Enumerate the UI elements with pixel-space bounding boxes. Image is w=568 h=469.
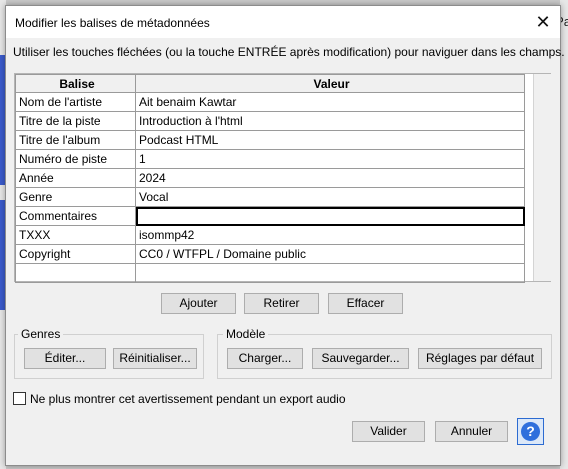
help-icon: ? — [521, 422, 540, 441]
tag-cell[interactable]: Copyright — [15, 244, 136, 264]
help-button[interactable]: ? — [517, 418, 544, 445]
remove-button[interactable]: Retirer — [244, 293, 319, 314]
value-cell[interactable]: CC0 / WTFPL / Domaine public — [135, 244, 525, 264]
table-row[interactable]: Numéro de piste 1 — [15, 149, 525, 169]
genres-group-label: Genres — [18, 327, 64, 341]
table-row[interactable]: Genre Vocal — [15, 187, 525, 207]
background-app-right — [560, 0, 568, 469]
save-template-button[interactable]: Sauvegarder... — [312, 348, 409, 369]
tag-cell[interactable]: Genre — [15, 187, 136, 207]
tags-grid[interactable]: Balise Valeur Nom de l'artiste Ait benai… — [14, 73, 551, 283]
value-cell[interactable]: Vocal — [135, 187, 525, 207]
dialog-titlebar: Modifier les balises de métadonnées ✕ — [6, 6, 560, 38]
grid-header-row: Balise Valeur — [15, 74, 525, 93]
table-row[interactable]: Commentaires — [15, 206, 525, 226]
default-settings-button[interactable]: Réglages par défaut — [418, 348, 542, 369]
value-cell[interactable]: Ait benaim Kawtar — [135, 92, 525, 112]
column-header-tag[interactable]: Balise — [15, 74, 136, 93]
grid-scroll-area — [533, 74, 551, 281]
table-row[interactable]: Titre de l'album Podcast HTML — [15, 130, 525, 150]
cancel-button[interactable]: Annuler — [435, 421, 508, 442]
load-template-button[interactable]: Charger... — [227, 348, 303, 369]
value-cell[interactable]: Introduction à l'html — [135, 111, 525, 131]
template-group-label: Modèle — [223, 327, 269, 341]
tags-table: Balise Valeur Nom de l'artiste Ait benai… — [15, 74, 525, 283]
edit-genres-button[interactable]: Éditer... — [24, 348, 106, 369]
column-header-value[interactable]: Valeur — [135, 74, 525, 93]
tag-cell[interactable]: Année — [15, 168, 136, 188]
tag-cell[interactable]: Titre de l'album — [15, 130, 136, 150]
navigation-hint: Utiliser les touches fléchées (ou la tou… — [13, 45, 565, 59]
clear-button[interactable]: Effacer — [328, 293, 403, 314]
tag-cell[interactable]: TXXX — [15, 225, 136, 245]
table-row[interactable]: Nom de l'artiste Ait benaim Kawtar — [15, 92, 525, 112]
table-row[interactable]: TXXX isommp42 — [15, 225, 525, 245]
value-cell-editing[interactable] — [135, 206, 525, 226]
tag-cell[interactable]: Nom de l'artiste — [15, 92, 136, 112]
value-cell[interactable]: 1 — [135, 149, 525, 169]
ok-button[interactable]: Valider — [352, 421, 425, 442]
tag-cell[interactable] — [15, 263, 136, 283]
value-cell[interactable]: Podcast HTML — [135, 130, 525, 150]
value-cell[interactable] — [135, 263, 525, 283]
metadata-tags-dialog: Modifier les balises de métadonnées ✕ Ut… — [5, 5, 565, 466]
value-cell[interactable]: 2024 — [135, 168, 525, 188]
dont-show-again-label[interactable]: Ne plus montrer cet avertissement pendan… — [30, 392, 346, 406]
tag-cell[interactable]: Numéro de piste — [15, 149, 136, 169]
add-button[interactable]: Ajouter — [161, 293, 236, 314]
value-cell[interactable]: isommp42 — [135, 225, 525, 245]
close-icon[interactable]: ✕ — [526, 6, 560, 38]
tag-cell[interactable]: Commentaires — [15, 206, 136, 226]
table-row[interactable]: Année 2024 — [15, 168, 525, 188]
table-row[interactable] — [15, 263, 525, 283]
table-row[interactable]: Copyright CC0 / WTFPL / Domaine public — [15, 244, 525, 264]
dont-show-again-checkbox[interactable] — [13, 392, 26, 405]
table-row[interactable]: Titre de la piste Introduction à l'html — [15, 111, 525, 131]
dialog-title: Modifier les balises de métadonnées — [15, 16, 210, 30]
tag-cell[interactable]: Titre de la piste — [15, 111, 136, 131]
reset-genres-button[interactable]: Réinitialiser... — [113, 348, 197, 369]
